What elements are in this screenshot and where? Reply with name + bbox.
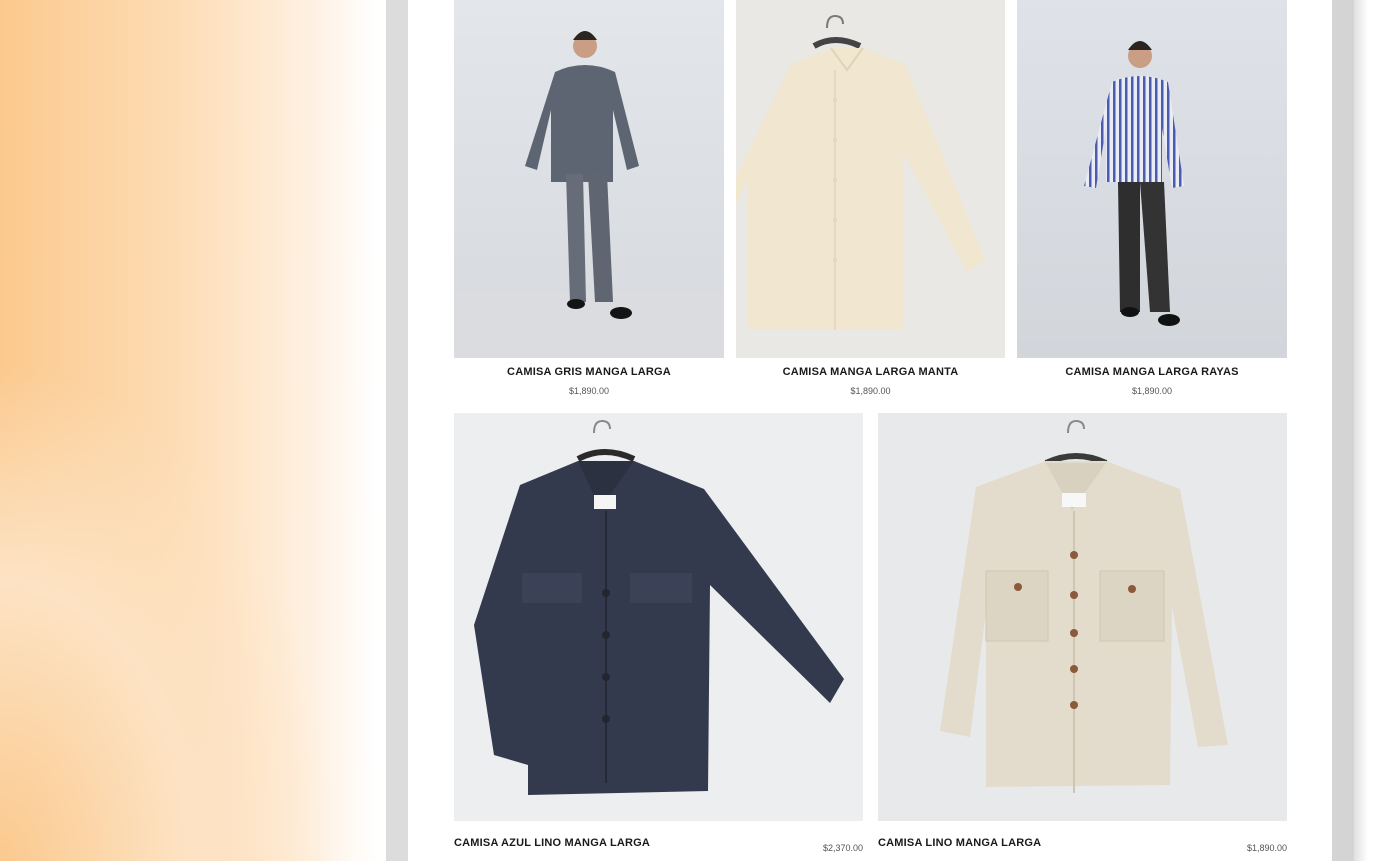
product-image-cream-shirt[interactable] [736,0,1005,358]
product-price: $1,890.00 [568,386,610,396]
product-image-navy-linen-shirt[interactable] [454,413,863,821]
frame-left-border [386,0,408,861]
product-price: $1,890.00 [1131,386,1173,396]
product-card[interactable]: CAMISA MANGA LARGA RAYAS $1,890.00 [1017,0,1287,400]
product-title[interactable]: CAMISA LINO MANGA LARGA [878,837,1041,849]
product-title[interactable]: CAMISA AZUL LINO MANGA LARGA [454,837,650,849]
product-price: $1,890.00 [1246,843,1287,853]
frame-shadow [1354,0,1368,861]
product-image-model-grey-shirt[interactable] [454,0,724,358]
product-price: $2,370.00 [822,843,863,853]
product-card[interactable]: CAMISA MANGA LARGA MANTA $1,890.00 [736,0,1005,400]
product-title[interactable]: CAMISA MANGA LARGA RAYAS [1017,366,1287,378]
background-gradient [0,0,390,861]
frame-right-border [1332,0,1354,861]
product-price: $1,890.00 [850,386,891,396]
product-card[interactable]: CAMISA LINO MANGA LARGA $1,890.00 [878,413,1287,861]
product-image-model-striped-shirt[interactable] [1017,0,1287,358]
product-grid-page: CAMISA GRIS MANGA LARGA $1,890.00 CAMISA… [408,0,1332,861]
product-card[interactable]: CAMISA AZUL LINO MANGA LARGA $2,370.00 [454,413,863,861]
product-title[interactable]: CAMISA GRIS MANGA LARGA [454,366,724,378]
product-image-beige-linen-shirt[interactable] [878,413,1287,821]
product-title[interactable]: CAMISA MANGA LARGA MANTA [736,366,1005,378]
product-card[interactable]: CAMISA GRIS MANGA LARGA $1,890.00 [454,0,724,400]
